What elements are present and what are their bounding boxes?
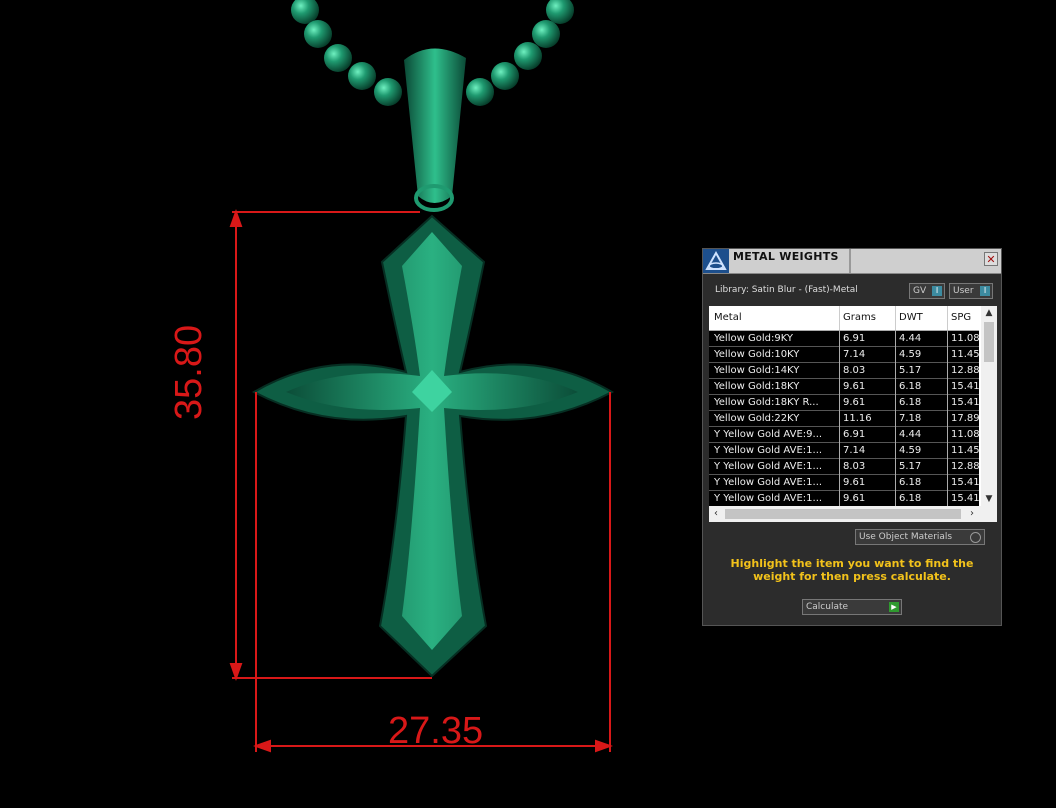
- horizontal-scrollbar[interactable]: ‹ ›: [709, 506, 997, 522]
- column-header-spg[interactable]: SPG: [951, 312, 979, 323]
- grams-cell: 9.61: [843, 477, 866, 488]
- calculate-label: Calculate: [806, 602, 849, 612]
- radio-icon: [970, 532, 981, 543]
- toggle-indicator-icon: I: [980, 286, 990, 296]
- use-object-materials-label: Use Object Materials: [859, 532, 953, 542]
- grams-cell: 9.61: [843, 397, 866, 408]
- metal-cell: Yellow Gold:10KY: [714, 349, 800, 360]
- vertical-scroll-thumb[interactable]: [984, 322, 994, 362]
- column-divider: [947, 306, 948, 330]
- dwt-cell: 4.44: [899, 333, 922, 344]
- vertical-scrollbar[interactable]: ▲ ▼: [981, 306, 997, 506]
- table-row[interactable]: Y Yellow Gold AVE:9... 6.91 4.44 11.08: [709, 427, 979, 443]
- dwt-cell: 7.18: [899, 413, 922, 424]
- grams-cell: 9.61: [843, 493, 866, 504]
- scroll-right-icon[interactable]: ›: [965, 506, 979, 522]
- width-dimension-label: 27.35: [388, 710, 484, 752]
- bail: [404, 48, 466, 212]
- scroll-left-icon[interactable]: ‹: [709, 506, 723, 522]
- table-body: Yellow Gold:9KY 6.91 4.44 11.08 Yellow Gold…: [709, 331, 979, 507]
- spg-cell: 11.08: [951, 429, 979, 440]
- dwt-cell: 5.17: [899, 461, 922, 472]
- grams-cell: 6.91: [843, 429, 866, 440]
- grams-cell: 9.61: [843, 381, 866, 392]
- table-row[interactable]: Y Yellow Gold AVE:1... 8.03 5.17 12.88: [709, 459, 979, 475]
- table-header: Metal Grams DWT SPG: [709, 306, 979, 331]
- grams-cell: 6.91: [843, 333, 866, 344]
- user-toggle-button[interactable]: User I: [949, 283, 993, 299]
- grams-cell: 7.14: [843, 445, 866, 456]
- calculate-button[interactable]: Calculate ▶: [802, 599, 902, 615]
- table-row[interactable]: Yellow Gold:18KY 9.61 6.18 15.41: [709, 379, 979, 395]
- metal-cell: Y Yellow Gold AVE:1...: [714, 493, 823, 504]
- toggle-indicator-icon: I: [932, 286, 942, 296]
- scroll-up-icon[interactable]: ▲: [981, 306, 997, 320]
- panel-title-bar[interactable]: METAL WEIGHTS ✕: [703, 249, 1001, 274]
- metal-weights-panel: METAL WEIGHTS ✕ Library: Satin Blur - (F…: [702, 248, 1002, 626]
- metal-cell: Yellow Gold:18KY R...: [714, 397, 819, 408]
- close-button[interactable]: ✕: [984, 252, 998, 266]
- dwt-cell: 4.44: [899, 429, 922, 440]
- metal-cell: Yellow Gold:9KY: [714, 333, 793, 344]
- dwt-cell: 6.18: [899, 381, 922, 392]
- grams-cell: 8.03: [843, 365, 866, 376]
- spg-cell: 11.08: [951, 333, 979, 344]
- metal-cell: Y Yellow Gold AVE:9...: [714, 429, 823, 440]
- column-header-metal[interactable]: Metal: [714, 312, 836, 323]
- horizontal-scroll-thumb[interactable]: [725, 509, 961, 519]
- metal-cell: Yellow Gold:22KY: [714, 413, 800, 424]
- dwt-cell: 4.59: [899, 349, 922, 360]
- grams-cell: 8.03: [843, 461, 866, 472]
- table-row[interactable]: Yellow Gold:14KY 8.03 5.17 12.88: [709, 363, 979, 379]
- metal-cell: Yellow Gold:18KY: [714, 381, 800, 392]
- gv-toggle-button[interactable]: GV I: [909, 283, 945, 299]
- app-logo-icon: [703, 249, 729, 273]
- dwt-cell: 5.17: [899, 365, 922, 376]
- spg-cell: 11.45: [951, 445, 979, 456]
- dwt-cell: 6.18: [899, 477, 922, 488]
- table-row[interactable]: Yellow Gold:9KY 6.91 4.44 11.08: [709, 331, 979, 347]
- metal-cell: Y Yellow Gold AVE:1...: [714, 477, 823, 488]
- metal-table[interactable]: Metal Grams DWT SPG Yellow Gold:9KY 6.91 4…: [709, 306, 997, 522]
- spg-cell: 15.41: [951, 493, 979, 504]
- user-toggle-label: User: [953, 286, 974, 296]
- title-separator: [849, 249, 851, 273]
- column-divider: [839, 306, 840, 330]
- dwt-cell: 4.59: [899, 445, 922, 456]
- spg-cell: 15.41: [951, 477, 979, 488]
- play-icon: ▶: [889, 602, 899, 612]
- table-row[interactable]: Yellow Gold:18KY R... 9.61 6.18 15.41: [709, 395, 979, 411]
- table-row[interactable]: Yellow Gold:10KY 7.14 4.59 11.45: [709, 347, 979, 363]
- table-row[interactable]: Y Yellow Gold AVE:1... 7.14 4.59 11.45: [709, 443, 979, 459]
- column-header-dwt[interactable]: DWT: [899, 312, 943, 323]
- spg-cell: 15.41: [951, 381, 979, 392]
- height-dimension-label: 35.80: [168, 324, 210, 420]
- close-icon: ✕: [986, 253, 996, 266]
- metal-cell: Y Yellow Gold AVE:1...: [714, 445, 823, 456]
- spg-cell: 12.88: [951, 461, 979, 472]
- table-row[interactable]: Yellow Gold:22KY 11.16 7.18 17.89: [709, 411, 979, 427]
- panel-title: METAL WEIGHTS: [733, 250, 839, 263]
- dwt-cell: 6.18: [899, 397, 922, 408]
- spg-cell: 12.88: [951, 365, 979, 376]
- grams-cell: 11.16: [843, 413, 872, 424]
- spg-cell: 11.45: [951, 349, 979, 360]
- spg-cell: 15.41: [951, 397, 979, 408]
- table-row[interactable]: Y Yellow Gold AVE:1... 9.61 6.18 15.41: [709, 491, 979, 507]
- spg-cell: 17.89: [951, 413, 979, 424]
- hint-text: Highlight the item you want to find the …: [730, 557, 974, 583]
- use-object-materials-toggle[interactable]: Use Object Materials: [855, 529, 985, 545]
- gv-toggle-label: GV: [913, 286, 927, 296]
- metal-cell: Y Yellow Gold AVE:1...: [714, 461, 823, 472]
- table-row[interactable]: Y Yellow Gold AVE:1... 9.61 6.18 15.41: [709, 475, 979, 491]
- column-header-grams[interactable]: Grams: [843, 312, 893, 323]
- library-label: Library: Satin Blur - (Fast)-Metal: [715, 285, 858, 295]
- metal-cell: Yellow Gold:14KY: [714, 365, 800, 376]
- cross-pendant: [251, 214, 615, 678]
- column-divider: [895, 306, 896, 330]
- scroll-down-icon[interactable]: ▼: [981, 492, 997, 506]
- dwt-cell: 6.18: [899, 493, 922, 504]
- grams-cell: 7.14: [843, 349, 866, 360]
